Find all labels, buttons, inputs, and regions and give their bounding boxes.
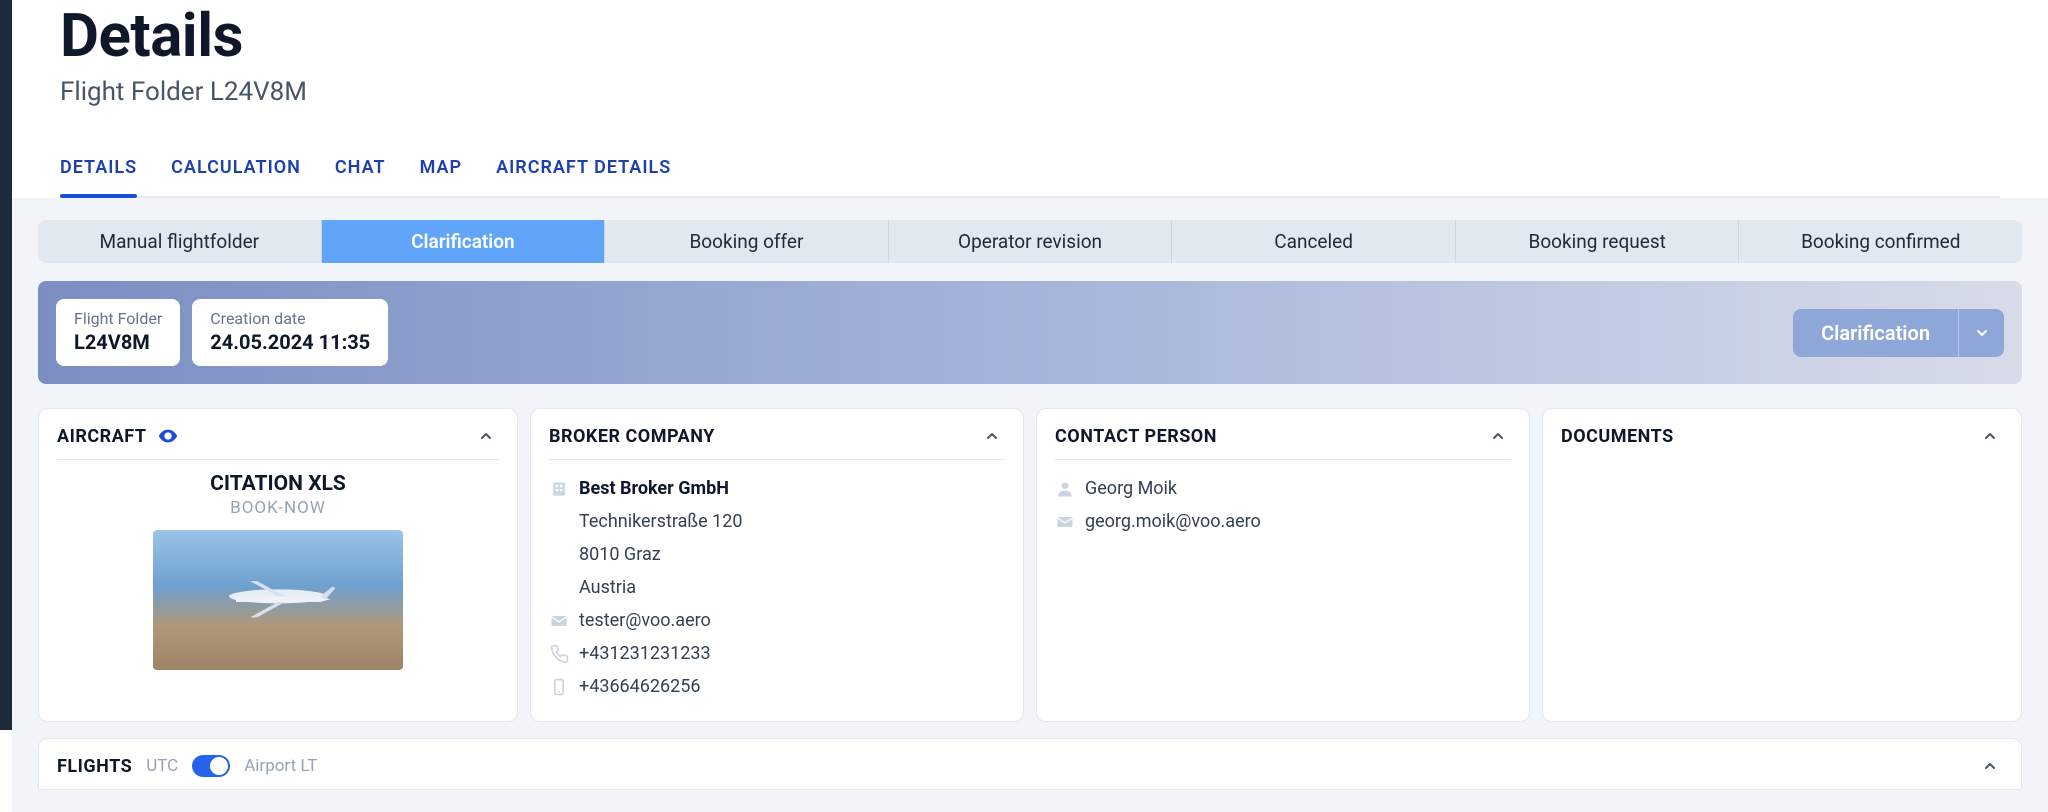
aircraft-image: [153, 530, 403, 670]
tab-details[interactable]: DETAILS: [60, 147, 137, 196]
flight-folder-label: Flight Folder: [74, 309, 162, 328]
aircraft-heading: AIRCRAFT: [57, 426, 147, 447]
broker-mobile: +43664626256: [579, 676, 701, 697]
mobile-icon: [549, 677, 569, 697]
plane-icon: [208, 565, 348, 625]
contact-name: Georg Moik: [1085, 478, 1177, 499]
tab-calculation[interactable]: CALCULATION: [171, 147, 301, 196]
status-booking-confirmed[interactable]: Booking confirmed: [1739, 220, 2022, 263]
status-clarification[interactable]: Clarification: [322, 220, 606, 263]
contact-email: georg.moik@voo.aero: [1085, 511, 1261, 532]
chevron-up-icon: [1982, 428, 1998, 444]
status-booking-request[interactable]: Booking request: [1456, 220, 1740, 263]
chevron-up-icon: [478, 428, 494, 444]
creation-date-card: Creation date 24.05.2024 11:35: [192, 299, 388, 366]
flight-folder-value: L24V8M: [74, 330, 162, 354]
flight-folder-card: Flight Folder L24V8M: [56, 299, 180, 366]
broker-city: 8010 Graz: [579, 544, 661, 565]
nav-tabs: DETAILS CALCULATION CHAT MAP AIRCRAFT DE…: [60, 147, 2000, 198]
contact-heading: CONTACT PERSON: [1055, 426, 1217, 447]
documents-heading: DOCUMENTS: [1561, 426, 1674, 447]
broker-card: BROKER COMPANY Best Broker GmbH Technike…: [530, 408, 1024, 722]
tab-chat[interactable]: CHAT: [335, 147, 386, 196]
contact-collapse-toggle[interactable]: [1485, 423, 1511, 449]
toggle-knob: [210, 757, 228, 775]
flights-collapse-toggle[interactable]: [1977, 753, 2003, 779]
status-dropdown-toggle[interactable]: [1958, 309, 2004, 357]
status-booking-offer[interactable]: Booking offer: [605, 220, 889, 263]
info-bar: Flight Folder L24V8M Creation date 24.05…: [38, 281, 2022, 384]
broker-name: Best Broker GmbH: [579, 478, 729, 499]
status-manual-flightfolder[interactable]: Manual flightfolder: [38, 220, 322, 263]
status-dropdown-button[interactable]: Clarification: [1793, 309, 2004, 357]
phone-icon: [549, 644, 569, 664]
broker-collapse-toggle[interactable]: [979, 423, 1005, 449]
aircraft-name: CITATION XLS: [57, 472, 499, 496]
aircraft-subtitle: BOOK-NOW: [57, 498, 499, 518]
broker-email: tester@voo.aero: [579, 610, 711, 631]
broker-heading: BROKER COMPANY: [549, 426, 715, 447]
status-operator-revision[interactable]: Operator revision: [889, 220, 1173, 263]
chevron-down-icon: [1974, 325, 1990, 341]
broker-country: Austria: [579, 577, 636, 598]
left-rail: [0, 0, 12, 730]
flights-heading: FLIGHTS: [57, 756, 132, 777]
status-canceled[interactable]: Canceled: [1172, 220, 1456, 263]
chevron-up-icon: [1490, 428, 1506, 444]
flights-utc-label: UTC: [146, 756, 178, 776]
tab-aircraft-details[interactable]: AIRCRAFT DETAILS: [496, 147, 671, 196]
page-title: Details: [60, 0, 2000, 71]
aircraft-card: AIRCRAFT CITATION XLS BOOK-NOW: [38, 408, 518, 722]
flights-airportlt-label: Airport LT: [244, 756, 317, 776]
tab-map[interactable]: MAP: [420, 147, 462, 196]
timezone-toggle[interactable]: [192, 755, 230, 777]
creation-date-label: Creation date: [210, 309, 370, 328]
status-dropdown-label[interactable]: Clarification: [1793, 309, 1958, 357]
chevron-up-icon: [984, 428, 1000, 444]
documents-collapse-toggle[interactable]: [1977, 423, 2003, 449]
mail-icon: [1055, 512, 1075, 532]
creation-date-value: 24.05.2024 11:35: [210, 330, 370, 354]
flights-bar: FLIGHTS UTC Airport LT: [38, 738, 2022, 790]
person-icon: [1055, 479, 1075, 499]
chevron-up-icon: [1982, 758, 1998, 774]
building-icon: [549, 479, 569, 499]
documents-card: DOCUMENTS: [1542, 408, 2022, 722]
eye-icon[interactable]: [157, 425, 179, 447]
page-subtitle: Flight Folder L24V8M: [60, 77, 2000, 107]
broker-phone: +431231231233: [579, 643, 711, 664]
mail-icon: [549, 611, 569, 631]
contact-card: CONTACT PERSON Georg Moik ge: [1036, 408, 1530, 722]
broker-street: Technikerstraße 120: [579, 511, 742, 532]
status-strip: Manual flightfolder Clarification Bookin…: [38, 220, 2022, 263]
aircraft-collapse-toggle[interactable]: [473, 423, 499, 449]
